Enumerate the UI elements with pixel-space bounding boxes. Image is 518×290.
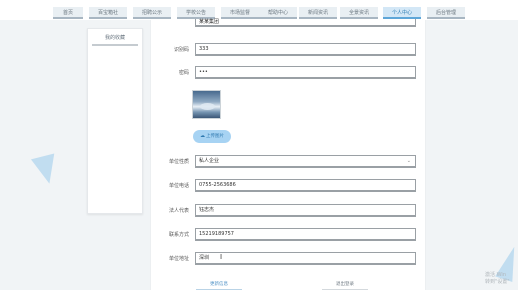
nav-tab-admin[interactable]: 后台管理	[427, 7, 465, 19]
unit-type-select[interactable]: 私人企业 ⌄	[195, 155, 416, 168]
unit-phone-field[interactable]: 0755-2563686	[195, 179, 416, 192]
unit-type-value: 私人企业	[199, 158, 220, 164]
legal-rep-label: 法人代表	[168, 208, 189, 214]
nav-tab-home[interactable]: 首页	[53, 7, 83, 19]
upload-image-button[interactable]: ☁上传图片	[193, 130, 231, 143]
legal-rep-field[interactable]: 钰志杰	[195, 204, 416, 217]
account-label: 识别码	[173, 47, 189, 53]
account-field[interactable]: 333	[195, 43, 416, 56]
update-info-button[interactable]: 更新信息	[196, 280, 242, 290]
nav-tab-2[interactable]: 招聘公示	[133, 7, 171, 19]
nav-tab-4[interactable]: 市场监督	[221, 7, 259, 19]
company-name-field[interactable]: 某某集团	[195, 19, 416, 27]
text-cursor-icon: I	[220, 253, 223, 261]
password-field[interactable]: •••	[195, 66, 416, 79]
nav-tab-7[interactable]: 全景资讯	[340, 7, 378, 19]
watermark-line-1: 激活 Win	[485, 272, 506, 278]
sidebar-item-favorites[interactable]: 我的收藏	[92, 32, 138, 46]
avatar-image	[192, 90, 221, 119]
upload-button-label: 上传图片	[206, 134, 224, 139]
watermark-line-2: 转到"设置"	[485, 279, 510, 285]
activation-watermark: 激活 Win 转到"设置"	[485, 272, 510, 286]
password-label: 密码	[178, 70, 189, 76]
top-nav: 首页 百宝箱社 招聘公示 学校公告 市场监督 帮助中心 新闻资讯 全景资讯 个人…	[0, 0, 518, 20]
nav-tab-6[interactable]: 新闻资讯	[299, 7, 337, 19]
nav-tab-1[interactable]: 百宝箱社	[89, 7, 127, 19]
logout-button[interactable]: 退出登录	[322, 280, 368, 290]
nav-tab-personal-center[interactable]: 个人中心	[383, 7, 421, 19]
unit-phone-label: 单位电话	[168, 183, 189, 189]
upload-icon: ☁	[200, 133, 205, 139]
address-label: 单位地址	[168, 256, 189, 262]
avatar-lake-shape	[200, 103, 215, 110]
contact-field[interactable]: 15219189757	[195, 228, 416, 241]
chevron-down-icon: ⌄	[406, 158, 411, 164]
nav-tab-5[interactable]: 帮助中心	[259, 7, 297, 19]
address-field[interactable]: 深圳	[195, 252, 416, 265]
unit-type-label: 单位性质	[168, 159, 189, 165]
sidebar: 我的收藏	[87, 28, 143, 214]
decorative-triangle-left	[30, 153, 62, 187]
profile-card: 某某集团 识别码 333 密码 ••• 单位性质 私人企业 ⌄ 单位电话 075…	[150, 19, 426, 290]
nav-tab-3[interactable]: 学校公告	[177, 7, 215, 19]
contact-label: 联系方式	[168, 232, 189, 238]
